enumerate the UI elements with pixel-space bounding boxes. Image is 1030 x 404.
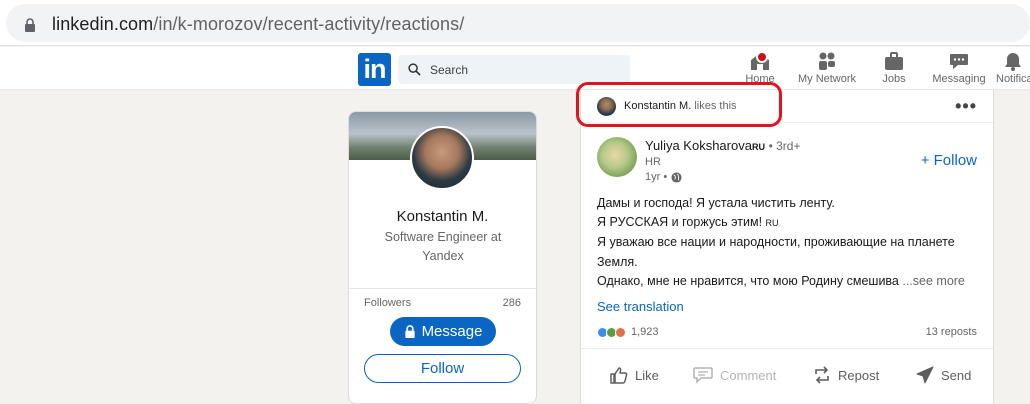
nav-jobs[interactable]: Jobs xyxy=(878,51,910,89)
post-line: Я уважаю все нации и народности, прожива… xyxy=(597,235,955,250)
profile-divider xyxy=(349,288,536,289)
repost-button[interactable]: Repost xyxy=(812,360,879,390)
repost-label: Repost xyxy=(838,367,880,383)
lock-icon xyxy=(404,325,415,338)
send-button[interactable]: Send xyxy=(915,360,971,390)
message-button[interactable]: Message xyxy=(390,317,496,346)
author-name[interactable]: Yuliya Koksharova xyxy=(645,138,752,153)
linkedin-nav: in Home My Network Jobs Messaging xyxy=(0,47,1030,90)
followers-label: Followers xyxy=(364,297,412,309)
url-host: linkedin.com xyxy=(52,14,154,34)
profile-name[interactable]: Konstantin M. xyxy=(349,208,536,225)
love-reaction-icon xyxy=(615,326,626,338)
globe-icon xyxy=(671,171,682,183)
nav-jobs-label: Jobs xyxy=(882,73,906,85)
nav-notifications-label: Notifications xyxy=(996,73,1030,85)
like-label: Like xyxy=(635,367,659,383)
followers-count: 286 xyxy=(502,297,521,309)
nav-my-network[interactable]: My Network xyxy=(794,51,860,89)
post-line: Однако, мне не нравится, что мою Родину … xyxy=(597,272,987,291)
profile-follow-button[interactable]: Follow xyxy=(364,354,521,383)
red-highlight-box xyxy=(576,82,782,127)
post-line: Дамы и господа! Я устала чистить ленту. xyxy=(597,196,835,210)
thumbs-up-icon xyxy=(610,367,628,384)
more-options-icon[interactable]: ••• xyxy=(955,96,977,117)
profile-card: Konstantin M. Software Engineer at Yande… xyxy=(348,111,537,404)
nav-messaging[interactable]: Messaging xyxy=(930,51,988,89)
comment-label: Comment xyxy=(720,367,777,383)
url-field[interactable]: linkedin.com/in/k-morozov/recent-activit… xyxy=(6,4,1030,42)
browser-address-bar: linkedin.com/in/k-morozov/recent-activit… xyxy=(0,0,1030,46)
search-input[interactable] xyxy=(430,60,620,80)
lock-icon xyxy=(25,18,35,32)
post-line: Земля. xyxy=(597,254,638,269)
post-time-text: 1yr • xyxy=(645,171,668,183)
messaging-icon xyxy=(950,54,968,69)
see-more-link[interactable]: ...see more xyxy=(902,274,965,288)
author-headline: HR xyxy=(645,156,661,168)
post-line-flag: RU xyxy=(765,218,779,229)
url-text: linkedin.com/in/k-morozov/recent-activit… xyxy=(52,14,464,35)
actions-divider xyxy=(581,348,993,349)
nav-notifications[interactable]: Notifications xyxy=(996,51,1030,89)
author-avatar[interactable] xyxy=(597,137,637,177)
send-label: Send xyxy=(941,367,972,383)
briefcase-icon xyxy=(885,52,903,70)
comment-button[interactable]: Comment xyxy=(692,360,776,390)
feed-post-card: Konstantin M. likes this ••• Yuliya Koks… xyxy=(580,90,994,404)
post-line: Я РУССКАЯ и горжусь этим! RU xyxy=(597,213,987,233)
network-icon xyxy=(819,52,835,70)
post-line-text: Однако, мне не нравится, что мою Родину … xyxy=(597,273,899,288)
linkedin-logo[interactable]: in xyxy=(358,53,391,86)
post-body: Дамы и господа! Я устала чистить ленту. … xyxy=(597,194,987,291)
nav-messaging-label: Messaging xyxy=(932,73,986,85)
author-name-row: Yuliya KoksharovaRU • 3rd+ xyxy=(645,138,800,153)
bell-icon xyxy=(1005,53,1021,71)
author-follow-button[interactable]: + Follow xyxy=(921,152,977,169)
connection-degree: • 3rd+ xyxy=(768,139,801,153)
nav-my-network-label: My Network xyxy=(797,73,857,85)
repost-icon xyxy=(815,366,829,384)
post-actions: Like Comment Repost Send xyxy=(581,360,993,390)
reactions-count: 1,923 xyxy=(631,326,659,338)
like-button[interactable]: Like xyxy=(609,360,659,390)
see-translation-link[interactable]: See translation xyxy=(597,299,684,314)
author-flag: RU xyxy=(751,142,765,152)
search-icon xyxy=(408,63,421,76)
message-button-label: Message xyxy=(421,323,483,340)
post-line-text: Я РУССКАЯ и горжусь этим! xyxy=(597,215,763,230)
send-icon xyxy=(916,366,934,384)
url-path: /in/k-morozov/recent-activity/reactions/ xyxy=(153,14,465,34)
search-box[interactable] xyxy=(398,55,630,84)
post-time: 1yr • xyxy=(645,171,682,183)
profile-avatar[interactable] xyxy=(410,126,474,190)
profile-headline: Software Engineer at Yandex xyxy=(384,230,502,263)
comment-icon xyxy=(693,367,713,384)
notification-badge xyxy=(756,51,768,63)
reactions-summary[interactable]: 1,923 xyxy=(597,326,659,338)
reposts-count[interactable]: 13 reposts xyxy=(926,326,977,338)
